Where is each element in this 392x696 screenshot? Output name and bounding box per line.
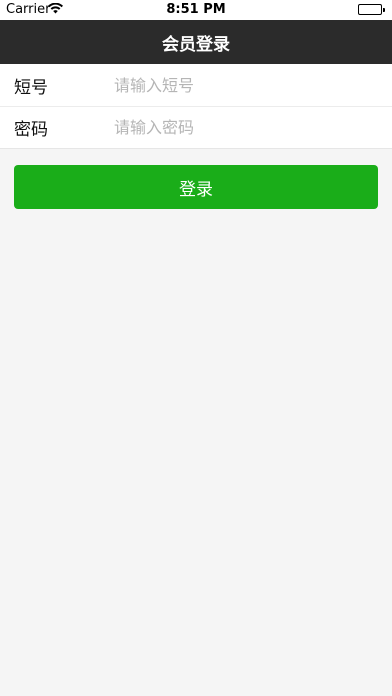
- phone-row: 短号: [0, 64, 392, 106]
- page-title: 会员登录: [162, 34, 230, 55]
- status-bar: Carrier 8:51 PM: [0, 0, 392, 20]
- phone-input[interactable]: [114, 75, 374, 95]
- login-form: 短号 密码: [0, 64, 392, 149]
- battery-icon: [358, 4, 385, 15]
- password-label: 密码: [14, 120, 48, 140]
- password-row: 密码: [0, 106, 392, 148]
- password-input[interactable]: [114, 118, 374, 137]
- clock: 8:51 PM: [166, 2, 226, 17]
- login-button[interactable]: 登录: [14, 165, 378, 209]
- nav-bar: 会员登录: [0, 20, 392, 64]
- phone-label: 短号: [14, 77, 48, 98]
